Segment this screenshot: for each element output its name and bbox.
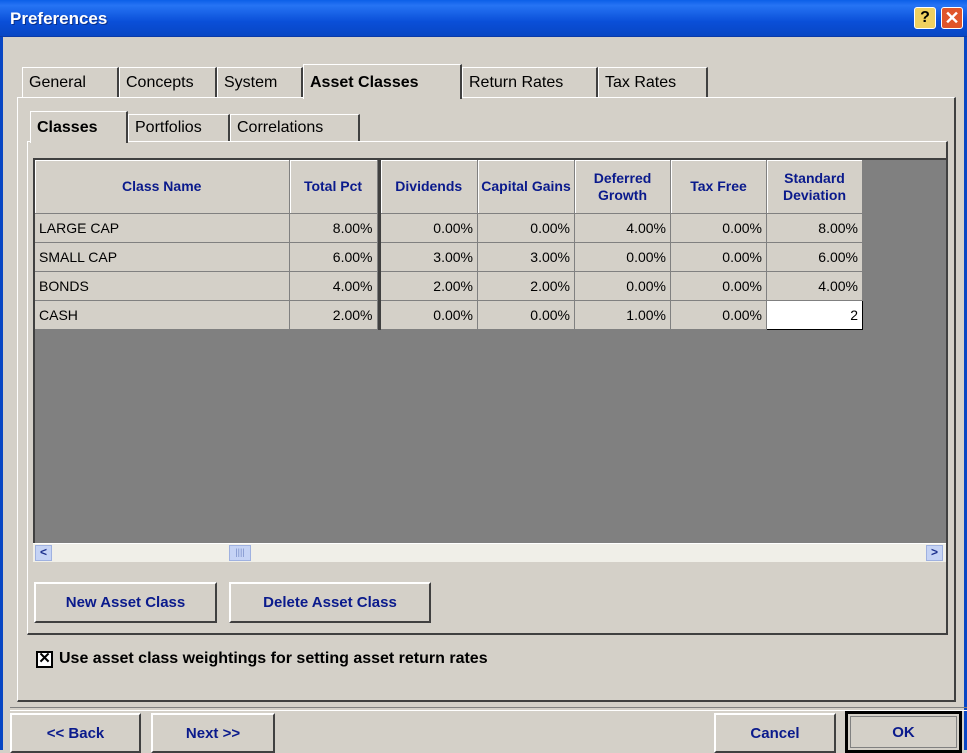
cell-deferred-growth[interactable]: 0.00% [574,271,671,301]
cell-tax-free[interactable]: 0.00% [670,271,767,301]
row-filler [862,300,945,330]
scroll-right-icon[interactable]: > [926,545,943,561]
cell-capital-gains[interactable]: 2.00% [477,271,575,301]
header-dividends[interactable]: Dividends [380,160,478,214]
tab-tax-rates[interactable]: Tax Rates [598,67,708,98]
table-row[interactable]: LARGE CAP 8.00% 0.00% 0.00% 4.00% 0.00% … [35,213,945,243]
row-filler [862,271,945,301]
cell-total-pct[interactable]: 8.00% [289,213,378,243]
header-tax-free[interactable]: Tax Free [670,160,767,214]
bottom-divider [10,707,967,711]
cell-dividends[interactable]: 3.00% [380,242,478,272]
asset-weighting-label: Use asset class weightings for setting a… [59,650,488,667]
delete-asset-class-button[interactable]: Delete Asset Class [229,582,431,623]
header-standard-deviation[interactable]: Standard Deviation [766,160,863,214]
row-filler [862,213,945,243]
cancel-button[interactable]: Cancel [714,713,836,753]
cell-dividends[interactable]: 0.00% [380,300,478,330]
cell-class-name[interactable]: LARGE CAP [35,213,290,243]
ok-button[interactable]: OK [845,711,962,753]
cell-deferred-growth[interactable]: 4.00% [574,213,671,243]
help-icon[interactable]: ? [914,7,936,29]
cell-standard-deviation[interactable]: 6.00% [766,242,863,272]
back-button[interactable]: << Back [10,713,141,753]
header-capital-gains[interactable]: Capital Gains [477,160,575,214]
window-border-left [0,37,3,750]
cell-class-name[interactable]: SMALL CAP [35,242,290,272]
cell-total-pct[interactable]: 6.00% [289,242,378,272]
header-class-name[interactable]: Class Name [35,160,290,214]
cell-standard-deviation[interactable]: 8.00% [766,213,863,243]
tab-system[interactable]: System [217,67,303,98]
cell-class-name[interactable]: BONDS [35,271,290,301]
cell-tax-free[interactable]: 0.00% [670,242,767,272]
row-filler [862,242,945,272]
scrollbar-thumb[interactable]: |||| [229,545,251,561]
cell-capital-gains[interactable]: 0.00% [477,213,575,243]
tab-correlations[interactable]: Correlations [230,114,360,142]
cell-total-pct[interactable]: 4.00% [289,271,378,301]
tab-asset-classes[interactable]: Asset Classes [303,64,462,99]
close-icon[interactable]: ✕ [941,7,963,29]
cell-total-pct[interactable]: 2.00% [289,300,378,330]
cell-standard-deviation-editor[interactable]: 2 [766,300,863,330]
grid-header-row: Class Name Total Pct Dividends Capital G… [35,160,945,214]
cell-deferred-growth[interactable]: 0.00% [574,242,671,272]
cell-capital-gains[interactable]: 3.00% [477,242,575,272]
title-bar[interactable]: Preferences ? ✕ [0,0,967,37]
window-title: Preferences [10,9,108,28]
cell-dividends[interactable]: 0.00% [380,213,478,243]
tab-portfolios[interactable]: Portfolios [128,114,230,142]
cell-class-name[interactable]: CASH [35,300,290,330]
asset-class-table: Class Name Total Pct Dividends Capital G… [35,160,945,330]
asset-class-grid[interactable]: Class Name Total Pct Dividends Capital G… [33,158,946,543]
next-button[interactable]: Next >> [151,713,275,753]
cell-dividends[interactable]: 2.00% [380,271,478,301]
header-filler [862,160,945,214]
asset-weighting-checkbox[interactable]: ✕ [36,651,53,668]
scroll-left-icon[interactable]: < [35,545,52,561]
new-asset-class-button[interactable]: New Asset Class [34,582,217,623]
horizontal-scrollbar[interactable]: < |||| > [33,543,946,562]
cell-standard-deviation[interactable]: 4.00% [766,271,863,301]
tab-return-rates[interactable]: Return Rates [462,67,598,98]
cell-tax-free[interactable]: 0.00% [670,213,767,243]
tab-general[interactable]: General [22,67,119,98]
tab-classes[interactable]: Classes [30,111,128,143]
header-deferred-growth[interactable]: Deferred Growth [574,160,671,214]
table-row[interactable]: CASH 2.00% 0.00% 0.00% 1.00% 0.00% 2 [35,300,945,330]
header-total-pct[interactable]: Total Pct [289,160,378,214]
cell-deferred-growth[interactable]: 1.00% [574,300,671,330]
table-row[interactable]: BONDS 4.00% 2.00% 2.00% 0.00% 0.00% 4.00… [35,271,945,301]
cell-tax-free[interactable]: 0.00% [670,300,767,330]
tab-concepts[interactable]: Concepts [119,67,217,98]
cell-capital-gains[interactable]: 0.00% [477,300,575,330]
table-row[interactable]: SMALL CAP 6.00% 3.00% 3.00% 0.00% 0.00% … [35,242,945,272]
